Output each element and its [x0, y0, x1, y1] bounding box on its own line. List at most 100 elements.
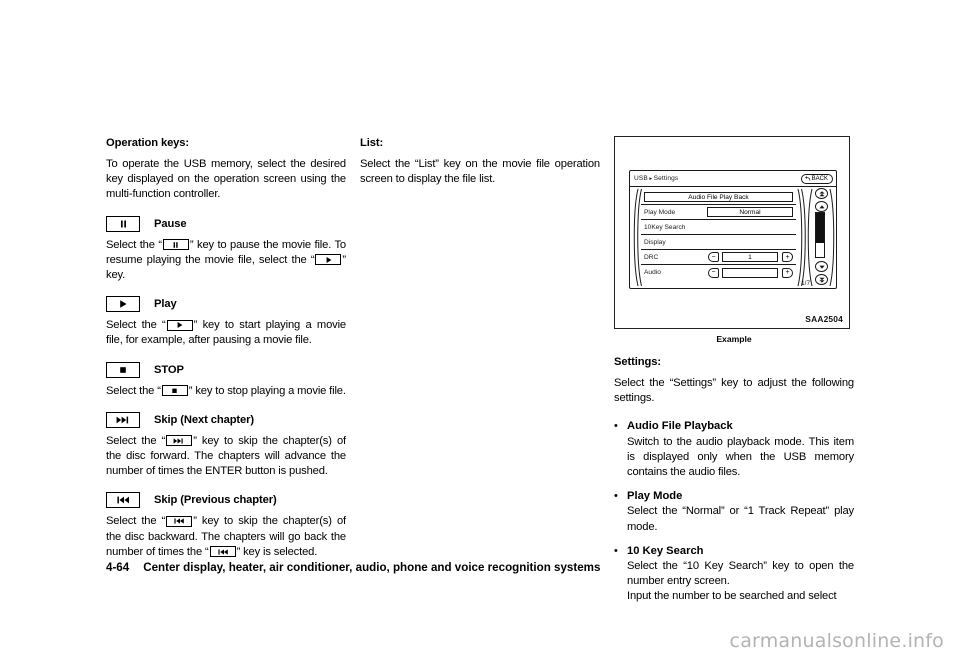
row-label-drc: DRC — [644, 253, 659, 261]
manual-page: Operation keys: To operate the USB memor… — [0, 0, 960, 664]
key-title-pause: Pause — [154, 217, 187, 230]
stop-description: Select the “ ” key to stop playing a movi… — [106, 384, 346, 399]
audio-file-play-back-button[interactable]: Audio File Play Back — [644, 192, 793, 202]
bullet-dot-icon: • — [614, 420, 618, 433]
page-columns: Operation keys: To operate the USB memor… — [106, 136, 854, 605]
row-label-display: Display — [644, 238, 666, 246]
figure-id: SAA2504 — [805, 314, 843, 324]
back-button[interactable]: BACK — [800, 174, 833, 184]
settings-list: Audio File Play Back Play Mode Normal 10… — [641, 190, 796, 280]
footer-chapter-title: Center display, heater, air conditioner,… — [143, 561, 601, 574]
drc-decrease-icon[interactable]: − — [708, 252, 719, 262]
skip-prev-description: Select the “” key to skip the chapter(s)… — [106, 514, 346, 560]
footer-page-number: 4-64 — [106, 561, 130, 574]
play-mode-value[interactable]: Normal — [707, 207, 793, 217]
breadcrumb-leaf: Settings — [653, 175, 679, 182]
operation-keys-intro: To operate the USB memory, select the de… — [106, 158, 346, 201]
pause-description: Select the “” key to pause the movie fil… — [106, 238, 346, 284]
screen-header: USB ▸ Settings BACK — [630, 171, 836, 187]
scroll-down-icon[interactable] — [815, 261, 828, 272]
left-column: Operation keys: To operate the USB memor… — [106, 136, 346, 605]
bullet-title-10-key-search: 10 Key Search — [627, 544, 704, 557]
bullet-title-audio-file-playback: Audio File Playback — [627, 420, 733, 433]
bullet-desc-play-mode: Select the “Normal” or “1 Track Repeat” … — [627, 505, 854, 533]
bullet-audio-file-playback: • Audio File Playback — [614, 419, 854, 434]
skip-prev-icon-inline — [166, 515, 193, 527]
skip-next-icon — [106, 411, 140, 428]
scroll-controls — [812, 188, 832, 287]
bullet-desc-10-key-search: Select the “10 Key Search” key to open t… — [627, 560, 854, 588]
back-arrow-icon — [804, 176, 810, 181]
skip-next-description: Select the “” key to skip the chapter(s)… — [106, 434, 346, 480]
row-label-play-mode: Play Mode — [644, 208, 676, 216]
illustration-caption: Example — [716, 334, 752, 344]
breadcrumb-arrow-icon: ▸ — [649, 176, 653, 182]
skip-prev-icon — [106, 492, 140, 509]
stop-icon — [106, 361, 140, 378]
illustration-wrapper: USB ▸ Settings BACK Audio File Play Back… — [614, 136, 854, 344]
key-block-stop: STOP — [106, 361, 346, 378]
prev-desc-part-c: ” key is selected. — [236, 545, 318, 558]
settings-heading: Settings: — [614, 356, 661, 368]
prev-desc-part-a: Select the “ — [106, 515, 166, 528]
drc-increase-icon[interactable]: + — [782, 252, 793, 262]
list-heading: List: — [360, 137, 384, 149]
play-icon-inline — [315, 254, 342, 266]
key-block-play: Play — [106, 296, 346, 313]
pause-desc-part-a: Select the “ — [106, 238, 162, 251]
pause-icon-inline — [162, 239, 189, 251]
settings-row-play-mode[interactable]: Play Mode Normal — [641, 205, 796, 220]
settings-row-drc[interactable]: DRC − 1 + — [641, 250, 796, 265]
key-block-pause: Pause — [106, 215, 346, 232]
scroll-bottom-icon[interactable] — [815, 274, 828, 285]
bullet-dot-icon-2: • — [614, 490, 618, 503]
breadcrumb-root: USB — [634, 175, 648, 182]
audio-increase-icon[interactable]: + — [782, 267, 793, 278]
play-description: Select the “” key to start playing a mov… — [106, 318, 346, 348]
play-desc-part-a: Select the “ — [106, 319, 166, 332]
scrollbar-track[interactable] — [814, 212, 825, 258]
settings-row-display[interactable]: Display — [641, 235, 796, 250]
scroll-up-icon[interactable] — [815, 201, 828, 212]
play-icon — [106, 296, 140, 313]
bullet-desc-audio-file-playback: Switch to the audio playback mode. This … — [627, 435, 854, 479]
settings-row-audio-file-play-back[interactable]: Audio File Play Back — [641, 190, 796, 205]
breadcrumb: USB ▸ Settings — [634, 175, 678, 182]
bullet-dot-icon-3: • — [614, 544, 618, 557]
middle-column: List: Select the “List” key on the movie… — [360, 136, 600, 605]
back-button-label: BACK — [811, 176, 828, 182]
scroll-top-icon[interactable] — [815, 188, 828, 199]
screen-page-count: 1/7 — [801, 280, 810, 287]
key-title-skip-next: Skip (Next chapter) — [154, 413, 255, 426]
next-desc-part-a: Select the “ — [106, 434, 166, 447]
usb-settings-screen: USB ▸ Settings BACK Audio File Play Back… — [629, 170, 837, 289]
illustration-frame: USB ▸ Settings BACK Audio File Play Back… — [614, 136, 850, 329]
list-body: Select the “List” key on the movie file … — [360, 158, 600, 186]
screen-body: Audio File Play Back Play Mode Normal 10… — [630, 187, 836, 288]
pause-icon — [106, 215, 140, 232]
operation-keys-heading: Operation keys: — [106, 137, 190, 149]
stop-icon-inline — [161, 385, 188, 397]
bullet-title-play-mode: Play Mode — [627, 490, 683, 503]
site-watermark: carmanualsonline.info — [729, 630, 944, 652]
key-title-play: Play — [154, 298, 177, 311]
key-block-skip-next: Skip (Next chapter) — [106, 411, 346, 428]
drc-value: 1 — [722, 252, 778, 262]
row-label-audio: Audio — [644, 269, 661, 276]
audio-decrease-icon[interactable]: − — [708, 267, 719, 278]
row-label-10key-search: 10Key Search — [644, 223, 686, 231]
right-column: USB ▸ Settings BACK Audio File Play Back… — [614, 136, 854, 605]
stop-desc-part-a: Select the “ — [106, 384, 161, 397]
bullet-10-key-search: • 10 Key Search — [614, 544, 854, 559]
settings-row-audio[interactable]: Audio − + — [641, 265, 796, 280]
settings-row-10key-search[interactable]: 10Key Search — [641, 220, 796, 235]
stop-desc-part-b: ” key to stop playing a movie file. — [188, 384, 346, 397]
settings-intro: Select the “Settings” key to adjust the … — [614, 377, 854, 405]
skip-prev-icon-inline-2 — [209, 546, 236, 558]
page-footer: 4-64 Center display, heater, air conditio… — [106, 561, 600, 664]
audio-value — [722, 267, 778, 278]
play-icon-inline-2 — [166, 319, 193, 331]
bullet-play-mode: • Play Mode — [614, 489, 854, 504]
scrollbar-thumb[interactable] — [815, 213, 824, 243]
key-title-skip-prev: Skip (Previous chapter) — [154, 494, 277, 507]
